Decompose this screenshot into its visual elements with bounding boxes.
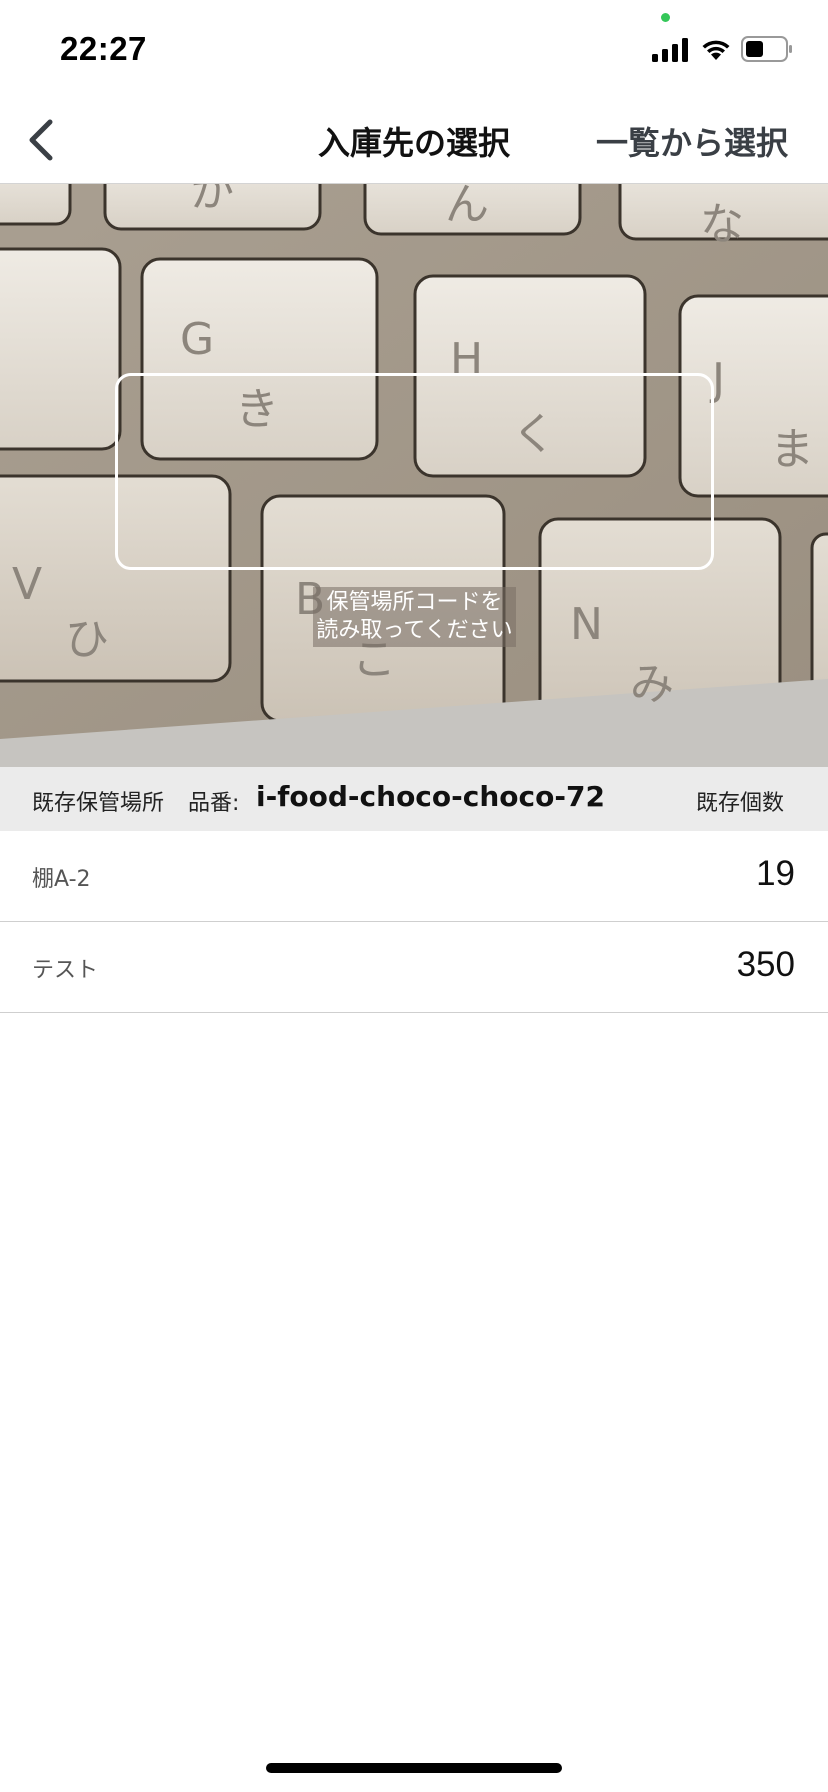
existing-count-label: 既存個数	[695, 791, 784, 816]
list-item[interactable]: 棚A-2 19	[0, 831, 828, 922]
existing-location-label: 既存保管場所	[32, 791, 165, 816]
privacy-indicator-dot	[661, 13, 670, 22]
svg-text:N: N	[570, 599, 603, 650]
screen: 22:27 入庫先の選択 一覧から選択 か ん な G き H く J ま V …	[0, 0, 828, 1792]
barcode-camera-preview[interactable]: か ん な G き H く J ま V ひ B こ N み 保管場所コードを 読…	[0, 184, 828, 767]
wifi-icon	[702, 40, 730, 60]
svg-text:ま: ま	[770, 424, 814, 475]
existing-locations-header: 既存保管場所 品番: i-food-choco-choco-72 既存個数	[0, 767, 828, 831]
existing-locations-list: 棚A-2 19 テスト 350	[0, 831, 828, 1013]
svg-text:ん: ん	[445, 184, 489, 230]
status-time: 22:27	[60, 30, 147, 67]
scan-target-frame	[115, 373, 714, 570]
part-number-label: 品番:	[188, 791, 240, 816]
svg-text:ひ: ひ	[65, 614, 109, 665]
location-quantity: 19	[756, 854, 795, 893]
scan-instruction-text: 保管場所コードを 読み取ってください	[313, 587, 516, 647]
scan-instruction-line2: 読み取ってください	[316, 618, 513, 643]
scan-instruction-line1: 保管場所コードを	[326, 590, 503, 615]
svg-text:み: み	[630, 659, 674, 710]
svg-text:V: V	[12, 559, 42, 610]
navigation-bar: 入庫先の選択 一覧から選択	[0, 96, 828, 184]
select-from-list-button[interactable]: 一覧から選択	[596, 118, 788, 164]
part-number-value: i-food-choco-choco-72	[256, 780, 605, 813]
location-name: テスト	[32, 958, 99, 983]
svg-text:か: か	[190, 184, 234, 217]
location-quantity: 350	[736, 945, 795, 984]
signal-icon	[652, 38, 688, 62]
location-name: 棚A-2	[32, 867, 91, 892]
home-indicator[interactable]	[266, 1763, 562, 1773]
status-bar: 22:27	[0, 0, 828, 96]
list-item[interactable]: テスト 350	[0, 922, 828, 1013]
battery-icon	[741, 36, 792, 62]
svg-text:な: な	[700, 199, 744, 250]
svg-text:G: G	[180, 314, 214, 365]
